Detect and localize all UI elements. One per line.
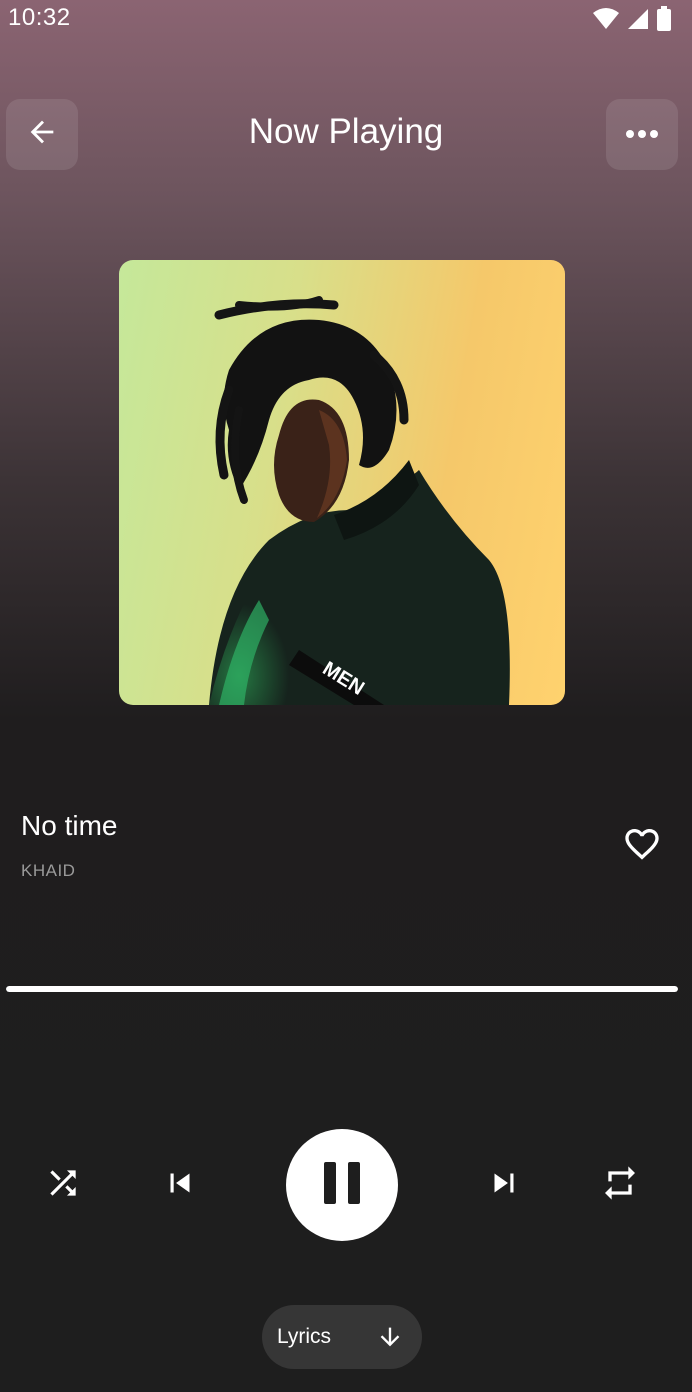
more-horizontal-icon — [625, 126, 659, 144]
shuffle-button[interactable] — [38, 1160, 88, 1210]
play-pause-button[interactable] — [286, 1129, 398, 1241]
repeat-icon — [600, 1163, 640, 1208]
skip-next-icon — [485, 1164, 523, 1207]
page-title: Now Playing — [248, 112, 444, 151]
wifi-icon — [592, 7, 620, 36]
more-options-button[interactable] — [606, 99, 678, 170]
status-bar: 10:32 — [0, 0, 692, 40]
track-artist: KHAID — [21, 861, 76, 880]
status-time: 10:32 — [8, 4, 71, 31]
now-playing-screen: 10:32 Now Playing MEN No time KHAID Lyri… — [0, 0, 692, 1392]
heart-outline-icon — [622, 824, 662, 869]
track-title: No time — [21, 810, 118, 841]
lyrics-button[interactable]: Lyrics — [262, 1305, 422, 1369]
lyrics-label: Lyrics — [277, 1325, 332, 1348]
previous-button[interactable] — [155, 1160, 205, 1210]
repeat-button[interactable] — [595, 1160, 645, 1210]
shuffle-icon — [44, 1164, 82, 1207]
album-art: MEN — [119, 260, 565, 705]
progress-bar[interactable] — [6, 986, 678, 992]
progress-fill — [6, 986, 678, 992]
album-art-illustration: MEN — [209, 296, 510, 705]
status-icons — [592, 6, 672, 37]
arrow-down-icon — [376, 1323, 404, 1356]
pause-icon — [322, 1160, 362, 1211]
like-button[interactable] — [618, 822, 666, 870]
battery-icon — [656, 6, 672, 37]
cellular-signal-icon — [626, 7, 650, 36]
skip-previous-icon — [161, 1164, 199, 1207]
next-button[interactable] — [479, 1160, 529, 1210]
